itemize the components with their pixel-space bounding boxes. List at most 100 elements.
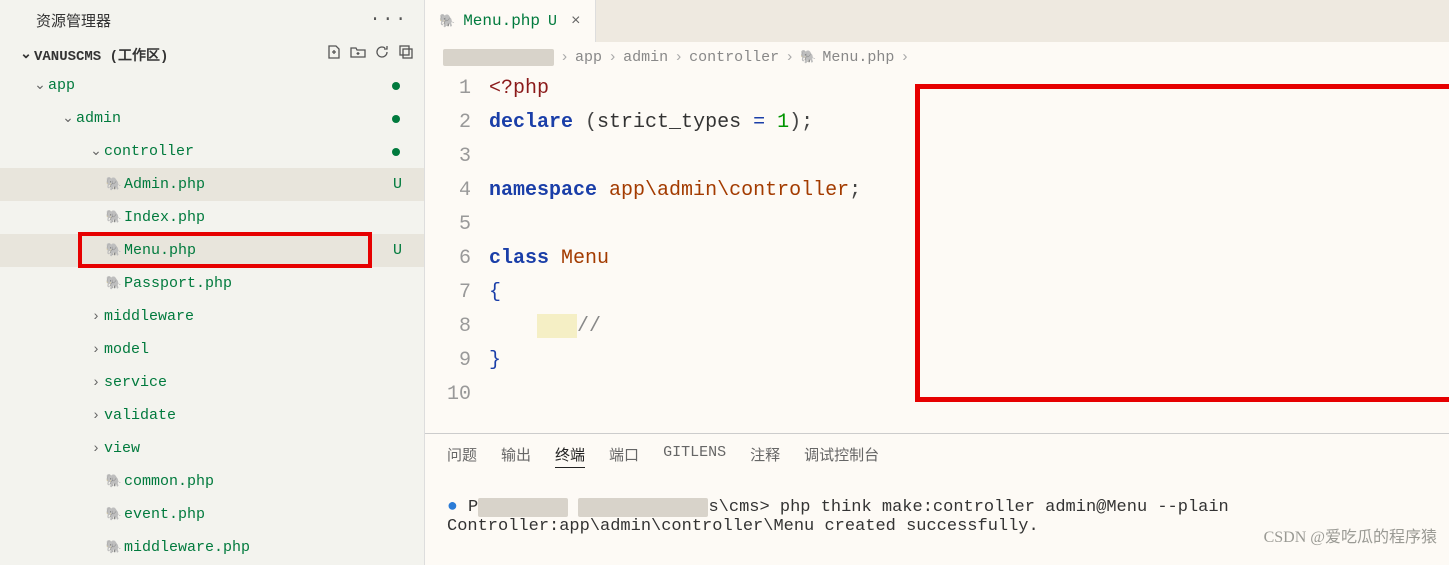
code-line[interactable]: [489, 140, 861, 174]
tree-item-label: middleware: [104, 308, 194, 325]
panel-tabs: 问题输出终端端口 GITLENS 注释调试控制台: [425, 434, 1449, 472]
term-text: s\cms>: [708, 498, 769, 517]
code-line[interactable]: class Menu: [489, 242, 861, 276]
file-tree-folder[interactable]: ›middleware: [0, 300, 424, 333]
git-status-indicator: U: [393, 242, 414, 259]
tree-item-label: Index.php: [124, 209, 205, 226]
breadcrumb-item[interactable]: app: [575, 49, 602, 66]
code-line[interactable]: declare (strict_types = 1);: [489, 106, 861, 140]
breadcrumb-blur: xxxxx xxxxx: [443, 49, 554, 66]
git-status-dot: [392, 115, 400, 123]
code-line[interactable]: <?php: [489, 72, 861, 106]
code-content[interactable]: <?phpdeclare (strict_types = 1); namespac…: [489, 72, 861, 412]
file-tree-folder[interactable]: ›validate: [0, 399, 424, 432]
editor-main: 🐘 Menu.php U × xxxxx xxxxx › app › admin…: [425, 0, 1449, 565]
workspace-name: VANUSCMS (工作区): [34, 45, 168, 65]
explorer-title: 资源管理器: [36, 10, 111, 31]
file-tree-folder[interactable]: ›model: [0, 333, 424, 366]
explorer-more-icon[interactable]: ···: [370, 10, 408, 30]
git-status-indicator: U: [393, 176, 414, 193]
file-tree-file[interactable]: ·🐘Index.php: [0, 201, 424, 234]
file-tree-file[interactable]: ·🐘common.php: [0, 465, 424, 498]
panel-tab-调试控制台[interactable]: 调试控制台: [804, 444, 879, 468]
chevron-right-icon: ›: [900, 49, 909, 66]
chevron-down-icon: ⌄: [32, 77, 48, 94]
panel-tab-终端[interactable]: 终端: [555, 444, 585, 468]
breadcrumb-item[interactable]: controller: [689, 49, 779, 66]
tree-item-label: view: [104, 440, 140, 457]
code-line[interactable]: }: [489, 344, 861, 378]
tree-item-label: Passport.php: [124, 275, 232, 292]
breadcrumb[interactable]: xxxxx xxxxx › app › admin › controller ›…: [425, 42, 1449, 72]
panel-tab-gitlens[interactable]: GITLENS: [663, 444, 726, 468]
term-output-line: Controller:app\admin\controller\Menu cre…: [447, 517, 1039, 536]
file-tree-folder[interactable]: ›view: [0, 432, 424, 465]
breadcrumb-item[interactable]: Menu.php: [822, 49, 894, 66]
tab-modified-indicator: U: [548, 13, 557, 30]
file-tree-folder[interactable]: ⌄admin: [0, 102, 424, 135]
chevron-right-icon: ›: [88, 408, 104, 424]
file-tree-folder[interactable]: ⌄app: [0, 69, 424, 102]
panel-tab-端口[interactable]: 端口: [609, 444, 639, 468]
code-line[interactable]: {: [489, 276, 861, 310]
chevron-right-icon: ›: [674, 49, 683, 66]
tree-item-label: Admin.php: [124, 176, 205, 193]
php-icon: 🐘: [439, 14, 455, 29]
php-icon: 🐘: [104, 540, 124, 555]
tab-menu-php[interactable]: 🐘 Menu.php U ×: [425, 0, 596, 42]
file-tree-folder[interactable]: ⌄controller: [0, 135, 424, 168]
code-line[interactable]: [489, 208, 861, 242]
code-line[interactable]: namespace app\admin\controller;: [489, 174, 861, 208]
workspace-section-header[interactable]: ⌄ VANUSCMS (工作区): [0, 40, 424, 69]
editor-area[interactable]: 12345678910 <?phpdeclare (strict_types =…: [425, 72, 1449, 433]
panel-tab-输出[interactable]: 输出: [501, 444, 531, 468]
new-file-icon[interactable]: [326, 44, 342, 65]
file-tree-file[interactable]: ·🐘Passport.php: [0, 267, 424, 300]
tree-item-label: controller: [104, 143, 194, 160]
file-tree-file[interactable]: ·🐘event.php: [0, 498, 424, 531]
git-status-dot: [392, 148, 400, 156]
tree-item-label: validate: [104, 407, 176, 424]
editor-tabs: 🐘 Menu.php U ×: [425, 0, 1449, 42]
chevron-right-icon: ›: [608, 49, 617, 66]
line-numbers: 12345678910: [443, 72, 489, 412]
tree-item-label: event.php: [124, 506, 205, 523]
panel-tab-注释[interactable]: 注释: [750, 444, 780, 468]
breadcrumb-item[interactable]: admin: [623, 49, 668, 66]
file-tree-folder[interactable]: ›service: [0, 366, 424, 399]
term-command: php think make:controller admin@Menu --p…: [770, 498, 1229, 517]
php-icon: 🐘: [104, 276, 124, 291]
tree-item-label: service: [104, 374, 167, 391]
chevron-right-icon: ›: [88, 375, 104, 391]
code-line[interactable]: [489, 378, 861, 412]
watermark: CSDN @爱吃瓜的程序猿: [1264, 523, 1437, 547]
php-icon: 🐘: [104, 243, 124, 258]
php-icon: 🐘: [104, 474, 124, 489]
explorer-sidebar: 资源管理器 ··· ⌄ VANUSCMS (工作区) ⌄app⌄admin⌄co…: [0, 0, 425, 565]
file-tree-file[interactable]: ·🐘middleware.php: [0, 531, 424, 564]
file-tree-file[interactable]: ·🐘Menu.phpU: [0, 234, 424, 267]
chevron-right-icon: ›: [785, 49, 794, 66]
terminal-blur: xxxxxxxxxxxx: [578, 498, 708, 517]
php-icon: 🐘: [104, 210, 124, 225]
collapse-all-icon[interactable]: [398, 44, 414, 65]
terminal-output[interactable]: ● Pxxxxxxxx xxxxxxxxxxxxs\cms> php think…: [425, 472, 1449, 565]
panel-tab-问题[interactable]: 问题: [447, 444, 477, 468]
file-tree: ⌄app⌄admin⌄controller·🐘Admin.phpU·🐘Index…: [0, 69, 424, 565]
close-icon[interactable]: ×: [571, 12, 581, 30]
code-line[interactable]: //: [489, 310, 861, 344]
chevron-right-icon: ›: [88, 309, 104, 325]
explorer-header: 资源管理器 ···: [0, 0, 424, 40]
php-icon: 🐘: [104, 177, 124, 192]
file-tree-file[interactable]: ·🐘Admin.phpU: [0, 168, 424, 201]
chevron-right-icon: ›: [560, 49, 569, 66]
tab-label: Menu.php: [463, 12, 540, 30]
chevron-down-icon: ⌄: [88, 143, 104, 160]
refresh-icon[interactable]: [374, 44, 390, 65]
php-icon: 🐘: [800, 50, 816, 65]
tree-item-label: app: [48, 77, 75, 94]
new-folder-icon[interactable]: [350, 44, 366, 65]
chevron-down-icon: ⌄: [18, 46, 34, 63]
terminal-blur: xxxxxxxx: [478, 498, 568, 517]
git-status-dot: [392, 82, 400, 90]
